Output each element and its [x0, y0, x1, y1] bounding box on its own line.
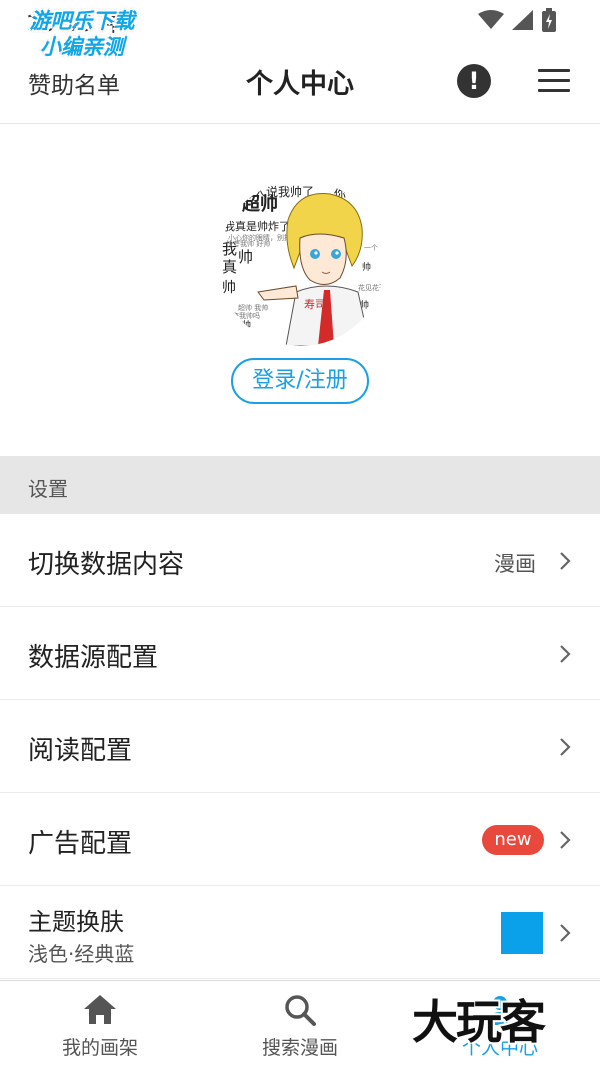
svg-text:真: 真	[222, 258, 237, 276]
settings-section-header: 设置	[0, 456, 600, 514]
settings-item-theme[interactable]: 主题换肤 浅色·经典蓝	[0, 886, 600, 979]
hamburger-menu-icon[interactable]	[538, 69, 570, 93]
profile-section: 人说我帅了 超帅 你 我真是帅炸了! 我 帅 真 帅 帅 帅 帅 小心你的眼睛，…	[0, 124, 600, 456]
settings-item-label: 主题换肤	[28, 908, 124, 936]
chevron-right-icon	[560, 552, 571, 570]
avatar-illustration: 人说我帅了 超帅 你 我真是帅炸了! 我 帅 真 帅 帅 帅 帅 小心你的眼睛，…	[218, 180, 384, 346]
avatar[interactable]: 人说我帅了 超帅 你 我真是帅炸了! 我 帅 真 帅 帅 帅 帅 小心你的眼睛，…	[218, 180, 384, 346]
home-icon	[84, 995, 116, 1024]
svg-text:帅: 帅	[222, 280, 236, 296]
page-title: 个人中心	[246, 69, 354, 100]
login-register-button[interactable]: 登录/注册	[231, 358, 369, 404]
settings-item-switch-data[interactable]: 切换数据内容 漫画	[0, 514, 600, 607]
settings-item-ads[interactable]: 广告配置 new	[0, 793, 600, 886]
chevron-right-icon	[560, 924, 571, 942]
svg-text:超帅: 超帅	[242, 193, 278, 215]
tab-search[interactable]: 搜索漫画	[200, 981, 400, 1066]
settings-item-sublabel: 浅色·经典蓝	[28, 942, 135, 966]
settings-item-value: 漫画	[494, 552, 536, 576]
section-label: 设置	[28, 477, 68, 501]
tab-label: 我的画架	[61, 1037, 138, 1059]
app-header: 赞助名单 个人中心 !	[0, 40, 600, 124]
svg-text:帅: 帅	[238, 248, 253, 266]
svg-text:我真是帅炸了!: 我真是帅炸了!	[224, 219, 294, 233]
svg-text:一个: 一个	[364, 244, 378, 252]
signal-icon	[512, 10, 533, 30]
tab-label: 搜索漫画	[261, 1037, 338, 1059]
svg-text:帅: 帅	[242, 319, 251, 331]
svg-text:快夸我帅 好帅: 快夸我帅 好帅	[226, 239, 270, 248]
chevron-right-icon	[560, 645, 571, 663]
new-badge: new	[482, 825, 544, 855]
settings-item-label: 广告配置	[28, 829, 133, 859]
watermark-bottom: 大玩客	[412, 995, 546, 1049]
wifi-icon	[478, 10, 504, 29]
svg-text:超帅 我帅: 超帅 我帅	[238, 303, 268, 312]
search-icon	[285, 995, 316, 1026]
theme-color-swatch	[501, 912, 543, 954]
exclamation-icon[interactable]: !	[457, 64, 491, 98]
settings-item-data-source[interactable]: 数据源配置	[0, 607, 600, 700]
settings-item-label: 切换数据内容	[28, 550, 185, 580]
settings-item-label: 数据源配置	[28, 643, 159, 673]
svg-text:花见花开: 花见花开	[358, 283, 384, 292]
svg-text:帅: 帅	[362, 261, 371, 273]
svg-text:寿司: 寿司	[304, 297, 326, 311]
status-icons	[478, 8, 556, 32]
svg-text:夸我帅吗: 夸我帅吗	[232, 311, 260, 320]
tab-bookshelf[interactable]: 我的画架	[0, 981, 200, 1066]
battery-icon	[542, 8, 556, 32]
settings-item-label: 阅读配置	[28, 736, 133, 766]
chevron-right-icon	[560, 738, 571, 756]
settings-item-reading[interactable]: 阅读配置	[0, 700, 600, 793]
chevron-right-icon	[560, 831, 571, 849]
